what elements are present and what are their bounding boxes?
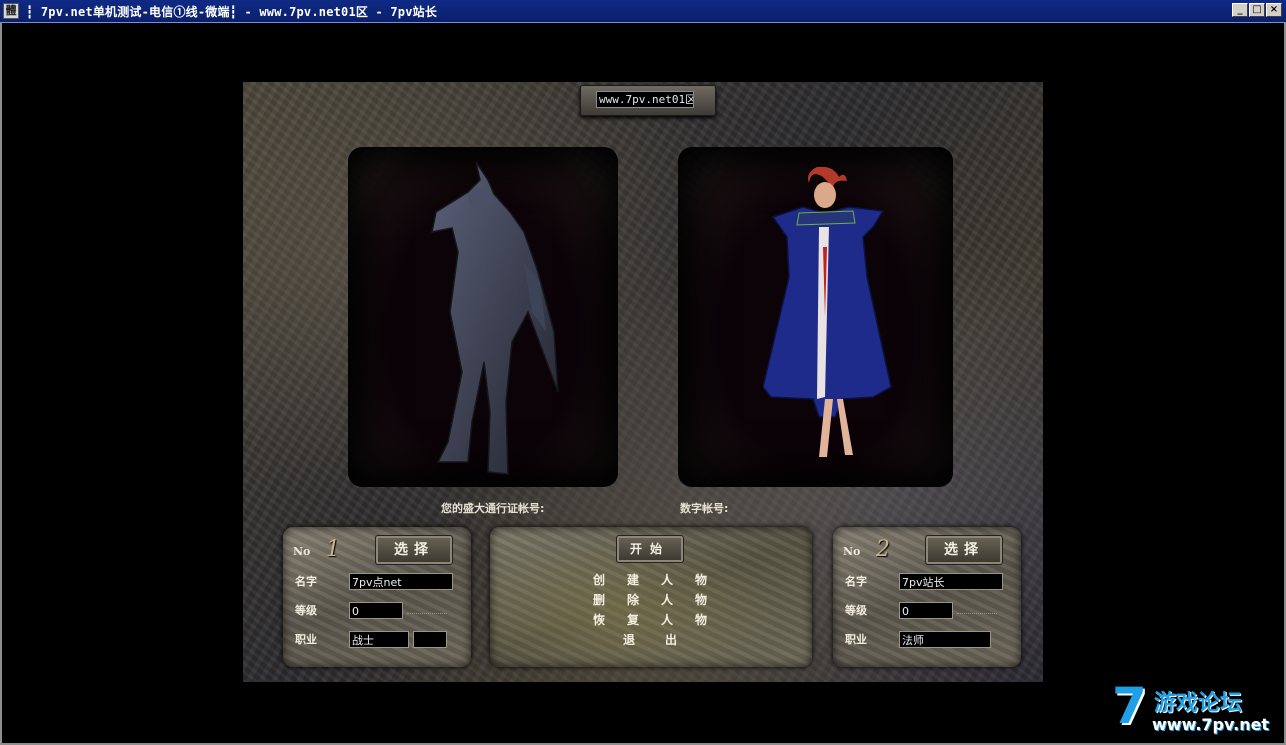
menu-char: 建 [626,573,639,587]
menu-char: 人 [660,613,673,627]
watermark-logo-digit: 7 [1112,677,1147,735]
server-name: www.7pv.net01区 [596,91,694,108]
close-button[interactable]: × [1266,3,1282,17]
app-icon[interactable]: 體 [3,3,19,19]
menu-char: 创 [592,573,605,587]
character-name-1: 7pv点net [349,573,453,590]
start-game-button[interactable]: 开始 [616,535,684,563]
select-character-1-button[interactable]: 选择 [375,535,453,565]
menu-char: 删 [592,593,605,607]
menu-char: 恢 [592,613,605,627]
slot-no-label: No [843,545,861,558]
minimize-button[interactable]: _ [1232,3,1248,17]
site-watermark: 7 游戏论坛 www.7pv.net [1112,677,1282,741]
character-slot-1: No 1 选择 名字 7pv点net 等级 0 职业 战士 [283,527,471,667]
character-name-2: 7pv站长 [899,573,1003,590]
class-extra-box [413,631,447,648]
restore-character-button[interactable]: 恢 复 人 物 [590,611,710,629]
server-plate: www.7pv.net01区 [580,85,716,116]
menu-char: 除 [626,593,639,607]
create-character-button[interactable]: 创 建 人 物 [590,571,710,589]
warrior-character[interactable] [428,162,568,482]
level-label: 等级 [845,604,867,617]
name-label: 名字 [295,575,317,588]
name-label: 名字 [845,575,867,588]
menu-char: 出 [664,633,677,647]
menu-char: 物 [694,593,707,607]
watermark-url: www.7pv.net [1152,715,1270,734]
menu-char: 物 [694,613,707,627]
slot-number: 1 [326,537,340,562]
delete-character-button[interactable]: 删 除 人 物 [590,591,710,609]
menu-char: 物 [694,573,707,587]
menu-char: 人 [660,593,673,607]
window-controls: _ □ × [1232,3,1282,17]
menu-char: 退 [622,633,635,647]
character-level-1: 0 [349,602,403,619]
title-bar[interactable]: 體 ┇ 7pv.net单机测试-电信①线-微端┇ - www.7pv.net01… [0,0,1286,23]
character-select-scene: www.7pv.net01区 您的盛大通行证帐号: 数字帐号: No 1 选择 … [243,82,1043,682]
window-title: ┇ 7pv.net单机测试-电信①线-微端┇ - www.7pv.net01区 … [26,5,438,19]
character-level-2: 0 [899,602,953,619]
class-label: 职业 [295,633,317,646]
menu-char: 人 [660,573,673,587]
watermark-forum-text: 游戏论坛 [1154,691,1243,716]
level-divider [407,605,447,614]
character-class-1: 战士 [349,631,409,648]
mage-character[interactable] [763,167,903,467]
level-divider [957,605,997,614]
select-character-2-button[interactable]: 选择 [925,535,1003,565]
digital-account-label: 数字帐号: [680,502,729,515]
class-label: 职业 [845,633,867,646]
character-menu: 开始 创 建 人 物 删 除 人 物 恢 复 人 物 退 出 [490,527,812,667]
shanda-account-label: 您的盛大通行证帐号: [441,502,545,515]
slot-number: 2 [876,537,890,562]
exit-button[interactable]: 退 出 [620,631,680,649]
maximize-button[interactable]: □ [1249,3,1265,17]
character-slot-2: No 2 选择 名字 7pv站长 等级 0 职业 法师 [833,527,1021,667]
menu-char: 复 [626,613,639,627]
slot-no-label: No [293,545,311,558]
level-label: 等级 [295,604,317,617]
character-class-2: 法师 [899,631,991,648]
